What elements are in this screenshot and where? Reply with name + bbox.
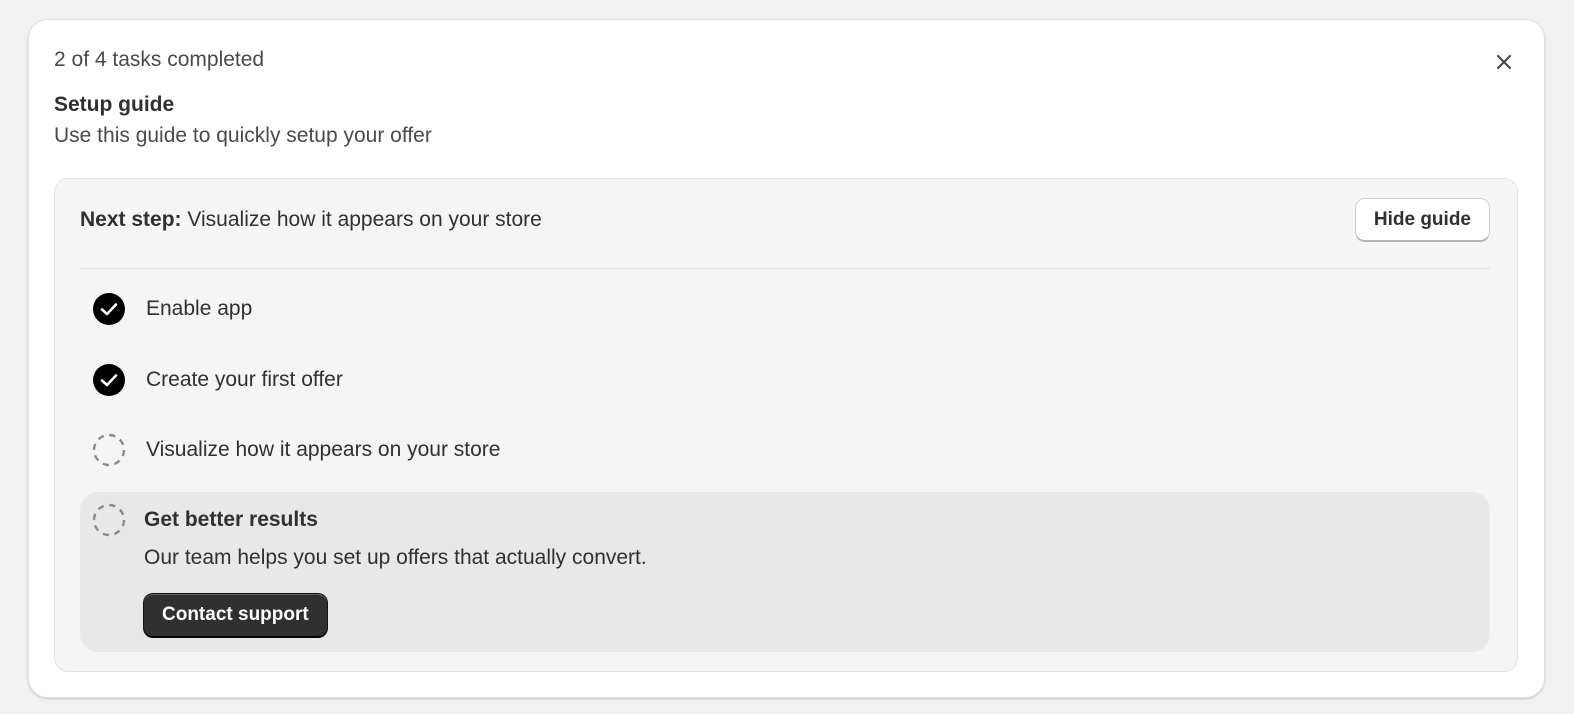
task-item-get-better-results: Get better results Our team helps you se… <box>80 492 1490 652</box>
checkmark-circle-icon <box>92 363 126 397</box>
next-step-text: Next step: Visualize how it appears on y… <box>80 208 542 232</box>
task-description: Our team helps you set up offers that ac… <box>144 546 647 569</box>
contact-support-button[interactable]: Contact support <box>143 593 328 638</box>
checkmark-circle-icon <box>92 292 126 326</box>
dashed-circle-icon <box>92 503 126 537</box>
progress-text: 2 of 4 tasks completed <box>54 48 265 71</box>
task-item-visualize[interactable]: Visualize how it appears on your store <box>80 420 1490 480</box>
setup-guide-card: 2 of 4 tasks completed Setup guide Use t… <box>28 19 1545 698</box>
task-label: Enable app <box>146 297 253 320</box>
page-subtitle: Use this guide to quickly setup your off… <box>54 124 432 147</box>
divider <box>80 268 1490 269</box>
close-icon <box>1496 54 1512 70</box>
task-item-create-offer[interactable]: Create your first offer <box>80 350 1490 410</box>
close-button[interactable] <box>1490 48 1518 76</box>
dashed-circle-icon <box>92 433 126 467</box>
next-step-label: Next step: <box>80 208 182 231</box>
page-title: Setup guide <box>54 93 175 116</box>
guide-panel: Next step: Visualize how it appears on y… <box>54 178 1518 672</box>
next-step-value: Visualize how it appears on your store <box>187 208 542 231</box>
task-title: Get better results <box>144 508 318 531</box>
task-label: Create your first offer <box>146 368 343 391</box>
task-label: Visualize how it appears on your store <box>146 438 501 461</box>
task-item-enable-app[interactable]: Enable app <box>80 279 1490 339</box>
hide-guide-button[interactable]: Hide guide <box>1354 198 1490 242</box>
